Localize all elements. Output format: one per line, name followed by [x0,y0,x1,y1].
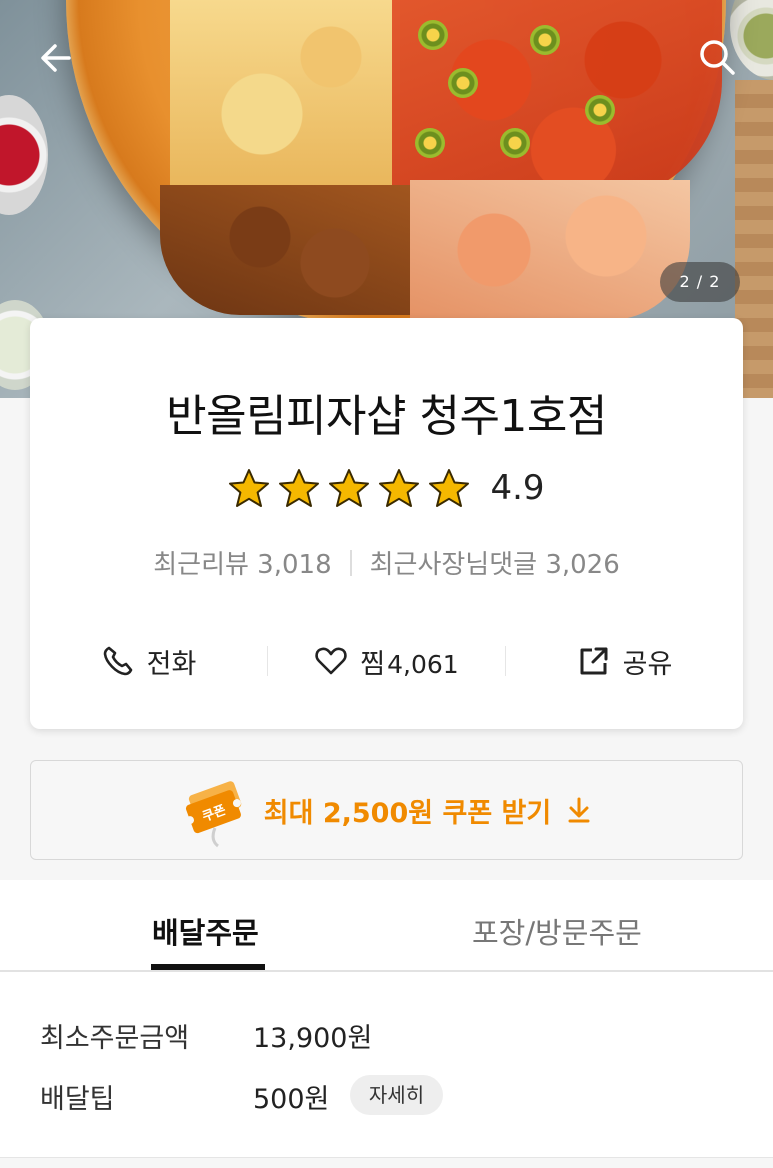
jalapeno-topping [418,20,448,50]
meta-divider [349,549,352,576]
review-meta-row: 최근리뷰 3,018 최근사장님댓글 3,026 [30,544,743,581]
ketchup-bowl [0,95,48,215]
pizza-slice-cheese [170,0,400,190]
owner-replies-link[interactable]: 최근사장님댓글 3,026 [370,544,620,581]
delivery-tip-label: 배달팁 [40,1084,115,1115]
recent-reviews-link[interactable]: 최근리뷰 3,018 [153,544,331,581]
star-icon [379,469,420,507]
jalapeno-topping [585,95,615,125]
star-icon [279,469,320,507]
store-page: 2 / 2 반올림피자샵 청주1호점 4.9 최근리뷰 3,018 최근사장님댓… [0,0,773,1168]
download-arrow-icon [568,797,590,823]
search-button[interactable] [696,36,738,78]
coupon-banner[interactable]: 쿠폰 최대 2,500원 쿠폰 받기 [30,760,743,860]
favorite-button[interactable]: 찜4,061 [268,636,505,686]
star-icon [429,469,470,507]
call-button[interactable]: 전화 [30,636,267,686]
store-actions: 전화 찜4,061 공유 [30,636,743,686]
order-type-tabs: 배달주문 포장/방문주문 [0,880,773,972]
rating-value: 4.9 [490,468,545,508]
back-button[interactable] [36,38,76,78]
share-label: 공유 [622,648,673,680]
search-icon [700,40,735,75]
delivery-tip-detail-button[interactable]: 자세히 [350,1075,443,1115]
heart-icon [315,647,347,675]
star-icon [229,469,270,507]
coupon-ticket-icon: 쿠폰 [180,770,250,850]
jalapeno-topping [415,128,445,158]
active-tab-indicator [151,964,265,970]
share-icon [580,647,608,675]
favorite-count: 4,061 [387,649,459,679]
phone-icon [103,646,132,676]
tab-takeout[interactable]: 포장/방문주문 [472,910,642,952]
star-icon [329,469,370,507]
delivery-details: 최소주문금액 13,900원 배달팁 500원 자세히 [0,972,773,1158]
call-label: 전화 [146,648,197,680]
back-arrow-icon [41,44,71,72]
jalapeno-topping [448,68,478,98]
jalapeno-topping [500,128,530,158]
min-order-value: 13,900원 [253,1023,373,1054]
favorite-label: 찜4,061 [360,642,458,681]
store-info-card: 반올림피자샵 청주1호점 4.9 최근리뷰 3,018 최근사장님댓글 3,02… [30,318,743,729]
share-button[interactable]: 공유 [506,636,743,686]
jalapeno-topping [530,25,560,55]
store-name: 반올림피자샵 청주1호점 [166,391,607,442]
delivery-tip-value: 500원 [253,1084,330,1115]
min-order-label: 최소주문금액 [40,1023,190,1054]
image-pager: 2 / 2 [660,262,740,302]
tab-delivery[interactable]: 배달주문 [152,910,259,952]
coupon-label: 최대 2,500원 쿠폰 받기 [263,797,552,829]
favorite-text: 찜 [360,648,386,680]
pizza-slice-shrimp [410,180,690,320]
rating-row[interactable]: 4.9 [30,468,743,508]
pizza-slice-bulgogi [160,185,410,315]
